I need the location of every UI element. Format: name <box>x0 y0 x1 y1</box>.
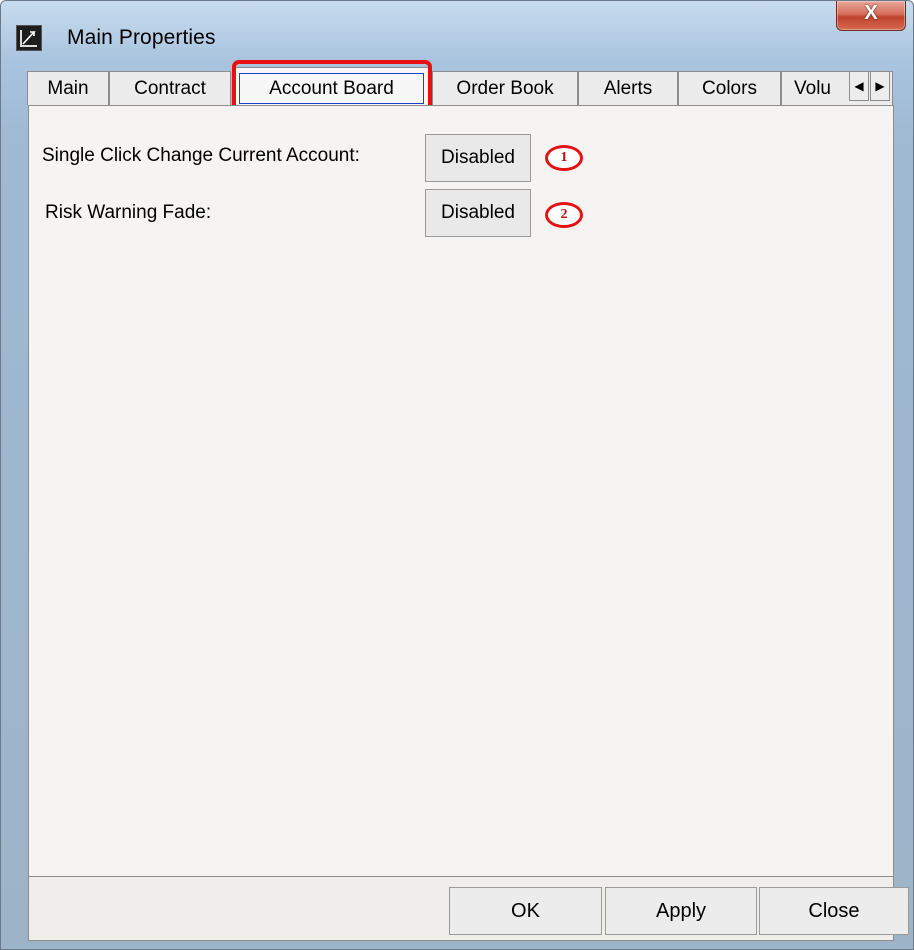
tab-strip: Main Contract Account Board Order Book A… <box>27 67 893 109</box>
arrow-right-icon: ▶ <box>875 79 885 93</box>
tab-contract[interactable]: Contract <box>109 71 231 105</box>
close-button[interactable]: Close <box>759 887 909 935</box>
close-icon: X <box>864 2 878 24</box>
tab-label: Main <box>47 77 89 99</box>
tab-scroll-right-button[interactable]: ▶ <box>870 71 890 101</box>
risk-warning-fade-toggle-button[interactable]: Disabled <box>425 189 531 237</box>
window-close-button[interactable]: X <box>836 1 906 31</box>
tab-label: Contract <box>134 77 206 99</box>
main-properties-window: Main Properties X Main Contract Account … <box>0 0 914 950</box>
apply-button[interactable]: Apply <box>605 887 757 935</box>
setting-label-risk-warning-fade: Risk Warning Fade: <box>45 202 212 223</box>
tab-alerts[interactable]: Alerts <box>578 71 678 105</box>
app-logo-icon <box>16 25 42 51</box>
window-title: Main Properties <box>67 26 216 49</box>
title-bar[interactable]: Main Properties X <box>1 1 913 61</box>
tab-label: Colors <box>702 77 757 99</box>
tab-label: Order Book <box>456 77 554 99</box>
arrow-left-icon: ◀ <box>854 79 864 93</box>
dialog-footer: OK Apply Close <box>28 877 909 941</box>
tab-colors[interactable]: Colors <box>678 71 781 105</box>
tab-order-book[interactable]: Order Book <box>432 71 578 105</box>
single-click-toggle-button[interactable]: Disabled <box>425 134 531 182</box>
tab-scroll-left-button[interactable]: ◀ <box>849 71 869 101</box>
tab-label: Alerts <box>603 77 653 99</box>
tab-label: Volu <box>794 77 831 99</box>
account-board-panel: Single Click Change Current Account: Dis… <box>28 105 894 877</box>
tab-main[interactable]: Main <box>27 71 109 105</box>
annotation-marker-2: 2 <box>545 202 583 228</box>
setting-label-single-click: Single Click Change Current Account: <box>42 145 360 166</box>
ok-button[interactable]: OK <box>449 887 602 935</box>
annotation-marker-1: 1 <box>545 145 583 171</box>
